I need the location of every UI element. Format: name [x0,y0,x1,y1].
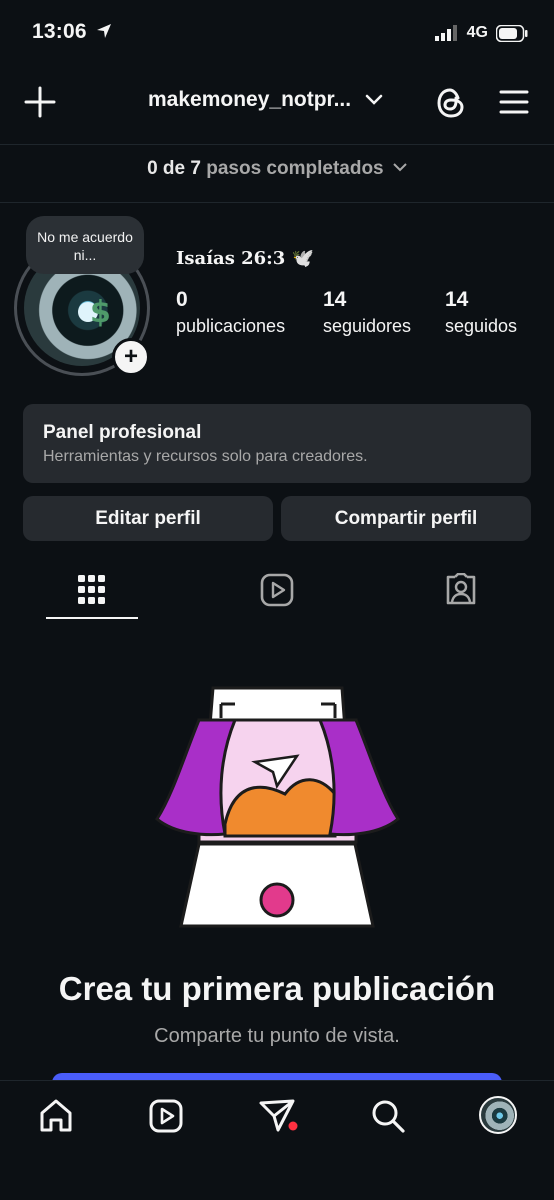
menu-icon[interactable] [499,89,529,115]
notification-dot [288,1121,298,1131]
reels-tab-icon[interactable] [260,573,294,607]
stat-value: 14 [323,288,347,311]
empty-state-title: Crea tu primera publicación [58,970,496,1007]
stat-value: 0 [176,288,188,311]
profile-bio: Isaías 26:3 🕊️ [176,248,315,269]
camera-illustration [155,686,400,928]
edit-profile-button[interactable]: Editar perfil [23,496,273,541]
location-arrow-icon [96,24,111,38]
steps-divider [0,202,554,203]
search-icon[interactable] [370,1098,406,1134]
share-profile-button[interactable]: Compartir perfil [281,496,531,541]
stat-followers[interactable]: 14 seguidores [323,288,411,337]
panel-subtitle: Herramientas y recursos solo para creado… [43,448,368,465]
stat-label: seguidores [323,316,412,336]
stat-posts[interactable]: 0 publicaciones [176,288,285,337]
onboarding-steps[interactable]: 0 de 7 pasos completados [0,158,554,180]
grid-icon[interactable] [78,575,106,605]
chevron-down-icon [365,94,383,105]
username: makemoney_notpr... [148,88,352,111]
status-time: 13:06 [32,20,112,44]
professional-dashboard[interactable]: Panel profesional Herramientas y recurso… [23,404,531,483]
threads-icon[interactable] [435,86,467,120]
active-tab-indicator [46,617,138,619]
plus-icon[interactable] [24,86,56,118]
reels-icon[interactable] [148,1098,184,1134]
steps-label: pasos completados [206,158,384,179]
battery-icon [496,24,528,42]
messages-icon[interactable] [258,1098,298,1134]
tagged-icon[interactable] [444,573,478,607]
stat-label: seguidos [445,316,518,336]
empty-state-subtitle: Comparte tu punto de vista. [154,1025,400,1047]
add-story-icon[interactable]: + [112,338,150,376]
header-divider [0,144,554,145]
account-switcher[interactable]: makemoney_notpr... [148,88,383,112]
steps-count: 0 de 7 [147,158,201,179]
stat-following[interactable]: 14 seguidos [445,288,517,337]
chevron-down-icon [393,163,407,172]
stat-label: publicaciones [176,316,286,336]
home-icon[interactable] [38,1098,74,1134]
status-indicators: 4G [434,24,528,42]
note-bubble[interactable]: No me acuerdo ni... [26,216,144,274]
svg-text:$: $ [90,295,111,330]
stat-value: 14 [445,288,469,311]
profile-avatar[interactable] [479,1096,517,1134]
network-label: 4G [466,24,488,41]
panel-title: Panel profesional [43,422,202,443]
signal-icon [434,25,457,41]
